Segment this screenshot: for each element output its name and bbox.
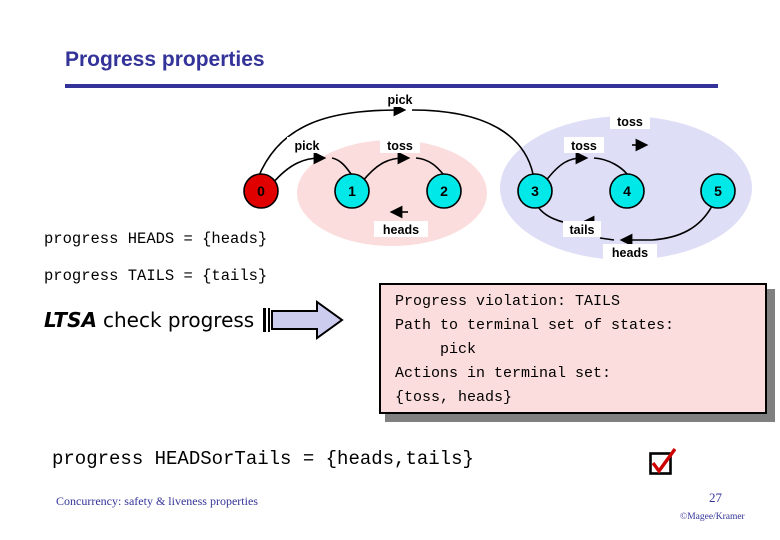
edge-label-tails-4-to-3: tails bbox=[563, 221, 601, 237]
state-node-3[interactable]: 3 bbox=[517, 173, 553, 209]
state-label-1: 1 bbox=[348, 183, 356, 199]
state-node-0[interactable]: 0 bbox=[243, 173, 279, 209]
ltsa-tool-label: LTSA bbox=[44, 308, 97, 332]
state-node-5[interactable]: 5 bbox=[700, 173, 736, 209]
state-node-1[interactable]: 1 bbox=[334, 173, 370, 209]
page-title: Progress properties bbox=[65, 48, 265, 71]
edge-label-heads-5-to-4: heads bbox=[603, 244, 657, 260]
svg-text:pick: pick bbox=[294, 139, 319, 153]
footer-copyright: ©Magee/Kramer bbox=[680, 512, 745, 522]
edge-label-toss-1-to-2: toss bbox=[380, 137, 420, 153]
violation-output-text: Progress violation: TAILS Path to termin… bbox=[395, 293, 675, 406]
state-label-3: 3 bbox=[531, 183, 539, 199]
right-block-arrow-icon bbox=[263, 300, 344, 340]
svg-text:heads: heads bbox=[383, 223, 419, 237]
footer-page-number: 27 bbox=[709, 490, 722, 505]
svg-text:pick: pick bbox=[387, 93, 412, 107]
edge-label-pick-0-to-1: pick bbox=[287, 137, 327, 153]
svg-text:tails: tails bbox=[569, 223, 594, 237]
svg-text:toss: toss bbox=[387, 139, 413, 153]
edge-label-toss-top-right: toss bbox=[610, 113, 650, 129]
ltsa-check-progress-row: LTSA check progress bbox=[44, 300, 344, 340]
svg-text:toss: toss bbox=[617, 115, 643, 129]
edge-label-heads-2-to-1: heads bbox=[374, 221, 428, 237]
state-node-4[interactable]: 4 bbox=[609, 173, 645, 209]
edge-label-toss-3-to-4: toss bbox=[564, 137, 604, 153]
state-label-0: 0 bbox=[257, 183, 265, 199]
check-mark-icon bbox=[649, 448, 676, 475]
lts-diagram: 0 1 2 3 4 5 pick pick toss heads toss to… bbox=[0, 88, 780, 288]
violation-output-box: Progress violation: TAILS Path to termin… bbox=[379, 283, 767, 414]
state-node-2[interactable]: 2 bbox=[426, 173, 462, 209]
state-label-4: 4 bbox=[623, 183, 631, 199]
ltsa-check-action-label: check progress bbox=[102, 308, 255, 332]
svg-text:toss: toss bbox=[571, 139, 597, 153]
progress-tails-property: progress TAILS = {tails} bbox=[44, 267, 268, 285]
progress-heads-property: progress HEADS = {heads} bbox=[44, 230, 268, 248]
state-label-2: 2 bbox=[440, 183, 448, 199]
slide-canvas: Progress properties 0 1 2 3 4 5 pick pic… bbox=[0, 0, 780, 540]
footer-subject-label: Concurrency: safety & liveness propertie… bbox=[56, 494, 258, 508]
edge-label-pick-top: pick bbox=[380, 91, 420, 107]
state-label-5: 5 bbox=[714, 183, 722, 199]
svg-text:heads: heads bbox=[612, 246, 648, 260]
progress-headsortails-property: progress HEADSorTails = {heads,tails} bbox=[52, 448, 474, 470]
